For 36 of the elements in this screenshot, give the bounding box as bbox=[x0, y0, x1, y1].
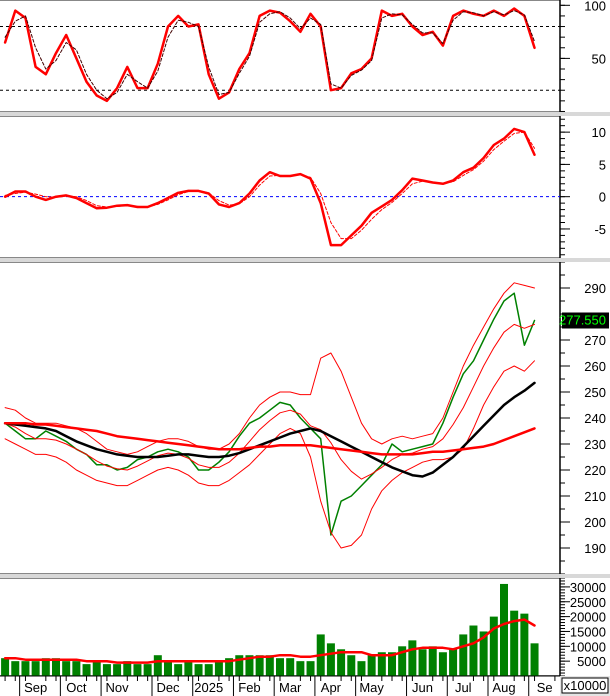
axis-label: 20000 bbox=[570, 610, 606, 625]
axis-label: Mar bbox=[278, 680, 302, 695]
axis-label: Jul bbox=[454, 680, 472, 695]
axis-label: Apr bbox=[320, 680, 342, 695]
axis-label: 30000 bbox=[570, 580, 606, 595]
axis-label: 290 bbox=[584, 281, 606, 296]
axis-label: 220 bbox=[584, 463, 606, 478]
axis-label: 15000 bbox=[570, 624, 606, 640]
axis-label: 210 bbox=[584, 489, 606, 504]
axis-label: Feb bbox=[238, 680, 261, 695]
axis-label: 25000 bbox=[570, 594, 606, 610]
axis-label: 260 bbox=[584, 359, 606, 374]
scale-label: x10000 bbox=[562, 678, 608, 694]
axis-label: Dec bbox=[156, 680, 180, 695]
axis-label: May bbox=[359, 680, 384, 695]
axis-label: 190 bbox=[584, 541, 606, 556]
axis-label: 50 bbox=[592, 51, 606, 66]
axis-label: Jun bbox=[412, 680, 434, 695]
axis-label: 5 bbox=[598, 157, 606, 172]
axis-label: 5000 bbox=[577, 654, 606, 670]
axis-label: 250 bbox=[584, 385, 606, 400]
axis-label: 10000 bbox=[570, 639, 606, 654]
axis-label: Sep bbox=[24, 680, 48, 695]
axis-label: Se bbox=[536, 680, 553, 695]
axis-label: 200 bbox=[584, 515, 606, 530]
axis-label: Aug bbox=[492, 680, 516, 695]
axis-label: 240 bbox=[584, 411, 606, 426]
axis-label: Oct bbox=[66, 680, 86, 695]
axis-label: 270 bbox=[584, 333, 606, 348]
axis-label: 2025 bbox=[194, 680, 224, 695]
axis-label: 0 bbox=[598, 190, 606, 205]
axis-label: 10 bbox=[592, 125, 606, 140]
axis-label: Nov bbox=[106, 680, 129, 695]
axis-label: 100 bbox=[584, 0, 606, 14]
axis-label: 230 bbox=[584, 437, 606, 452]
axis-label: -5 bbox=[594, 222, 606, 237]
